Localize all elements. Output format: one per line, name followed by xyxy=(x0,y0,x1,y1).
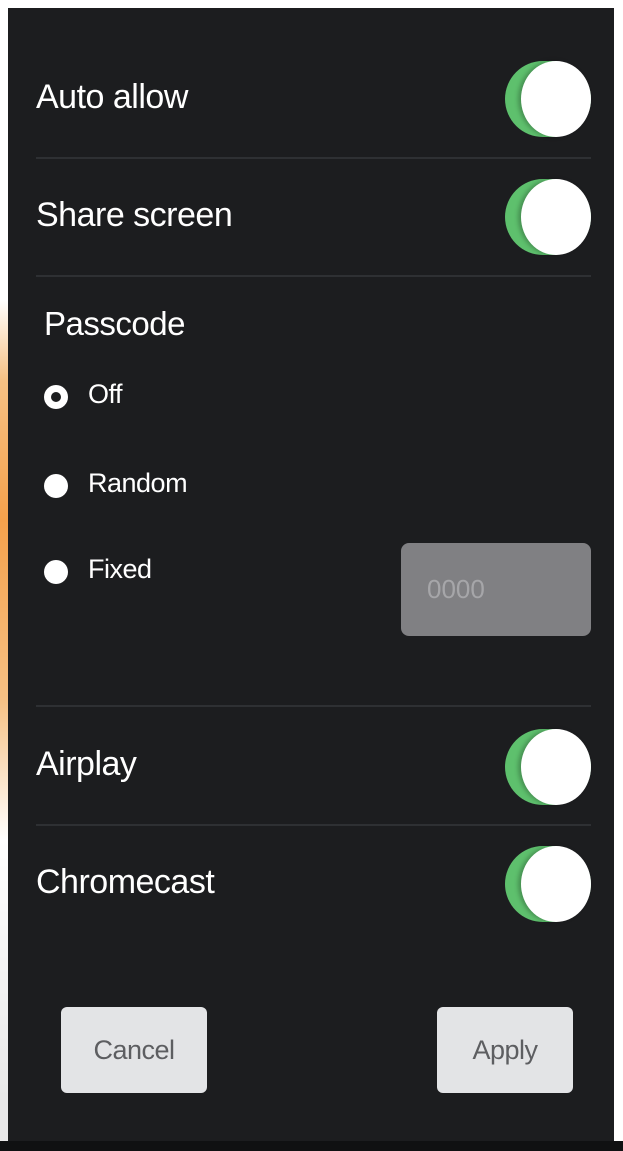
passcode-option-label: Fixed xyxy=(88,554,152,584)
fixed-passcode-input[interactable] xyxy=(401,543,591,636)
airplay-toggle[interactable] xyxy=(505,729,591,805)
chromecast-row: Chromecast xyxy=(36,845,591,923)
airplay-label: Airplay xyxy=(36,745,137,783)
toggle-knob xyxy=(521,61,591,137)
background-edge xyxy=(0,0,8,1151)
toggle-knob xyxy=(521,179,591,255)
passcode-option-fixed[interactable]: Fixed xyxy=(44,554,184,596)
share-screen-toggle[interactable] xyxy=(505,179,591,255)
divider xyxy=(36,705,591,707)
chromecast-toggle[interactable] xyxy=(505,846,591,922)
screen: Auto allow Share screen Passcode Off Ran… xyxy=(0,0,623,1151)
share-screen-label: Share screen xyxy=(36,196,233,234)
passcode-option-random[interactable]: Random xyxy=(44,468,204,510)
cancel-button[interactable]: Cancel xyxy=(61,1007,207,1093)
toggle-knob xyxy=(521,729,591,805)
passcode-option-label: Off xyxy=(88,379,123,409)
passcode-option-off[interactable]: Off xyxy=(44,379,164,421)
bottom-edge xyxy=(0,1141,623,1151)
radio-unselected-icon xyxy=(44,560,68,584)
toggle-knob xyxy=(521,846,591,922)
auto-allow-label: Auto allow xyxy=(36,78,188,116)
auto-allow-row: Auto allow xyxy=(36,60,591,138)
divider xyxy=(36,157,591,159)
passcode-title: Passcode xyxy=(44,305,185,342)
apply-button[interactable]: Apply xyxy=(437,1007,573,1093)
divider xyxy=(36,824,591,826)
auto-allow-toggle[interactable] xyxy=(505,61,591,137)
passcode-option-label: Random xyxy=(88,468,188,498)
chromecast-label: Chromecast xyxy=(36,863,215,901)
radio-unselected-icon xyxy=(44,474,68,498)
divider xyxy=(36,275,591,277)
share-screen-row: Share screen xyxy=(36,178,591,256)
airplay-row: Airplay xyxy=(36,729,591,807)
radio-selected-icon xyxy=(44,385,68,409)
